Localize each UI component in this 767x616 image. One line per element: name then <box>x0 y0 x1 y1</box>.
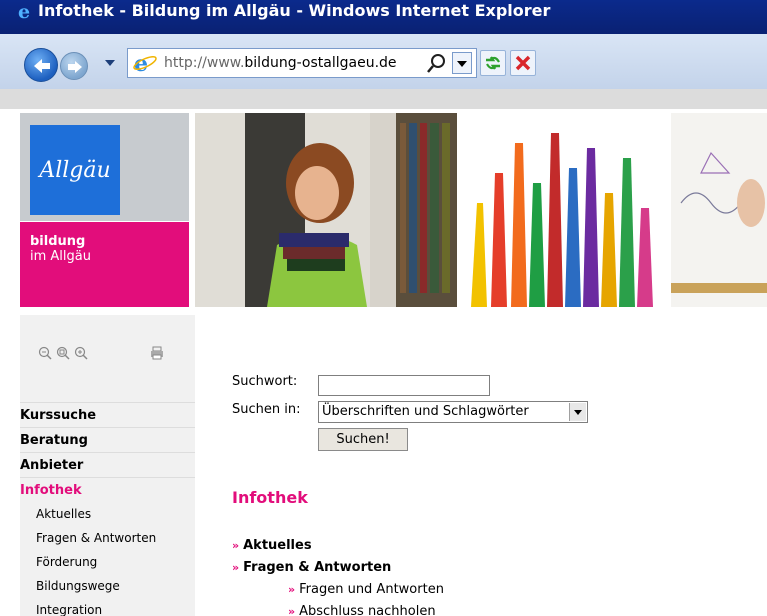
page-title: Infothek <box>232 488 308 507</box>
window-titlebar: e Infothek - Bildung im Allgäu - Windows… <box>0 0 767 34</box>
submenu-item-integration[interactable]: Integration <box>20 598 195 616</box>
page-ie-icon: e <box>132 51 158 75</box>
banner-whiteboard-image <box>671 113 767 307</box>
menu-item-beratung[interactable]: Beratung <box>20 427 195 452</box>
submenu-item-aktuelles[interactable]: Aktuelles <box>20 502 195 526</box>
suchwort-label: Suchwort: <box>232 374 298 389</box>
main-menu: Kurssuche Beratung Anbieter Infothek Akt… <box>20 402 195 616</box>
refresh-button[interactable] <box>480 50 506 76</box>
infothek-link-list: » Aktuelles » Fragen & Antworten » Fragen u… <box>232 535 444 616</box>
chevron-down-icon <box>457 61 467 67</box>
double-chevron-icon: » <box>288 605 296 616</box>
link-fragen-und-antworten[interactable]: » Fragen und Antworten <box>232 579 444 601</box>
select-arrow[interactable] <box>569 403 586 421</box>
allgaeu-logo[interactable]: Allgäu <box>30 125 120 215</box>
submenu-item-foerderung[interactable]: Förderung <box>20 550 195 574</box>
suchen-in-select[interactable]: Überschriften und Schlagwörter <box>318 401 588 423</box>
history-dropdown-icon[interactable] <box>104 57 116 69</box>
forward-button[interactable] <box>60 52 88 80</box>
suchwort-input[interactable] <box>318 375 490 396</box>
svg-text:e: e <box>18 2 30 20</box>
submenu-item-fragen-antworten[interactable]: Fragen & Antworten <box>20 526 195 550</box>
menu-item-kurssuche[interactable]: Kurssuche <box>20 402 195 427</box>
window-title: Infothek - Bildung im Allgäu - Windows I… <box>38 0 551 20</box>
search-icon[interactable] <box>426 52 448 74</box>
suchen-in-label: Suchen in: <box>232 402 301 417</box>
zoom-reset-icon[interactable] <box>56 346 70 360</box>
url-text: http://www.bildung-ostallgaeu.de <box>164 55 397 71</box>
banner-student-image <box>195 113 457 307</box>
toolbar-strip <box>0 89 767 109</box>
banner-pencils-image <box>457 113 669 307</box>
zoom-out-icon[interactable] <box>38 346 52 360</box>
svg-text:e: e <box>134 51 148 75</box>
menu-item-anbieter[interactable]: Anbieter <box>20 452 195 477</box>
forward-arrow-icon <box>68 61 82 73</box>
brand-box[interactable]: bildung im Allgäu <box>20 222 189 307</box>
refresh-icon <box>486 56 500 70</box>
zoom-controls <box>38 346 88 360</box>
zoom-in-icon[interactable] <box>74 346 88 360</box>
chevron-down-icon <box>574 410 582 415</box>
submenu-item-bildungswege[interactable]: Bildungswege <box>20 574 195 598</box>
suchen-button[interactable]: Suchen! <box>318 428 408 451</box>
menu-item-infothek[interactable]: Infothek <box>20 477 195 502</box>
brand-line-1: bildung <box>30 234 86 249</box>
link-aktuelles[interactable]: » Aktuelles <box>232 535 444 557</box>
print-icon[interactable] <box>150 346 164 360</box>
stop-button[interactable] <box>510 50 536 76</box>
double-chevron-icon: » <box>232 539 240 552</box>
ie-logo-icon: e <box>18 2 30 20</box>
back-arrow-icon <box>34 59 50 73</box>
back-button[interactable] <box>24 48 58 82</box>
stop-icon <box>515 55 531 71</box>
address-bar[interactable]: e http://www.bildung-ostallgaeu.de <box>127 48 477 78</box>
suchen-in-value: Überschriften und Schlagwörter <box>322 404 529 419</box>
link-fragen-antworten[interactable]: » Fragen & Antworten <box>232 557 444 579</box>
address-dropdown-button[interactable] <box>452 52 472 74</box>
double-chevron-icon: » <box>288 583 296 596</box>
link-abschluss-nachholen[interactable]: » Abschluss nachholen <box>232 601 444 616</box>
double-chevron-icon: » <box>232 561 240 574</box>
brand-line-2: im Allgäu <box>30 249 91 264</box>
